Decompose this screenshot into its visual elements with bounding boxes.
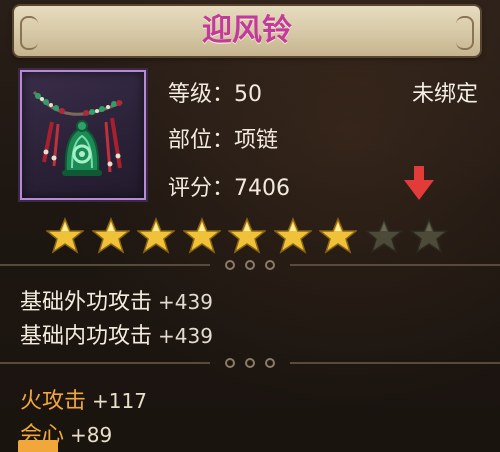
bonus-attribute-value: +89	[70, 423, 113, 447]
base-attribute-value: +439	[158, 290, 213, 314]
score-row: 评分：7406	[168, 170, 290, 202]
slot-label: 部位：	[168, 128, 235, 153]
item-name: 迎风铃	[202, 13, 292, 48]
star-filled-icon	[319, 217, 357, 254]
next-attribute-partial	[18, 440, 58, 452]
star-filled-icon	[137, 217, 175, 254]
star-rating	[46, 217, 456, 255]
level-row: 等级：50	[168, 76, 262, 108]
bind-status: 未绑定	[411, 82, 478, 107]
bell-necklace-icon	[32, 90, 123, 176]
base-attribute-name: 基础外功攻击	[20, 290, 153, 315]
level-value: 50	[234, 82, 263, 107]
star-filled-icon	[182, 217, 221, 254]
section-divider	[0, 358, 500, 368]
star-filled-icon	[46, 217, 84, 254]
level-label: 等级：	[168, 82, 235, 107]
section-divider	[0, 260, 500, 270]
bonus-attribute-name: 火攻击	[20, 389, 87, 414]
base-attribute-row: 基础内功攻击 +439	[20, 318, 213, 350]
base-attribute-name: 基础内功攻击	[20, 324, 153, 349]
item-title-bar: 迎风铃	[14, 6, 480, 56]
slot-value: 项链	[234, 128, 279, 153]
star-empty-icon	[410, 217, 448, 254]
score-label: 评分：	[168, 176, 235, 201]
bonus-attribute-row: 火攻击 +117	[20, 383, 147, 415]
slot-row: 部位：项链	[168, 122, 278, 154]
score-value: 7406	[234, 176, 291, 201]
base-attribute-value: +439	[158, 324, 213, 348]
bonus-attribute-value: +117	[92, 389, 147, 413]
base-attribute-row: 基础外功攻击 +439	[20, 284, 213, 316]
star-filled-icon	[228, 217, 266, 254]
down-arrow-icon	[404, 166, 434, 200]
star-empty-icon	[364, 217, 403, 254]
item-icon-frame[interactable]	[20, 70, 146, 200]
star-filled-icon	[273, 217, 312, 254]
item-tooltip-panel: 迎风铃 等级：50 部位：项链 评分：7406 未绑定 基础外功攻击 +439 …	[0, 0, 500, 452]
star-filled-icon	[91, 217, 130, 254]
